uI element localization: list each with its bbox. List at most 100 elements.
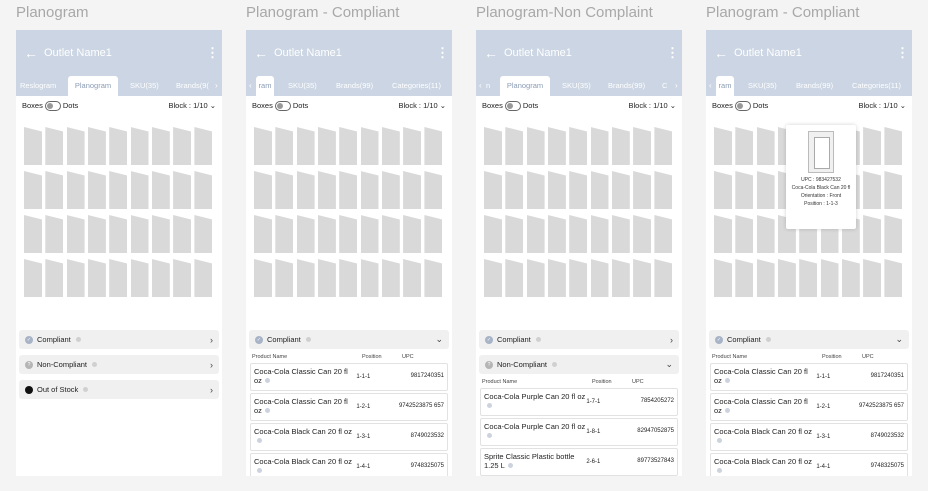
shelf-product-cell[interactable] <box>254 127 272 165</box>
shelf-product-cell[interactable] <box>403 215 422 253</box>
shelf-product-cell[interactable] <box>130 215 149 253</box>
table-row[interactable]: Coca-Cola Black Can 20 fl oz 1-3-1 8749023… <box>710 423 908 451</box>
shelf-product-cell[interactable] <box>799 259 818 297</box>
tab-item[interactable]: Brands(99) <box>336 76 386 96</box>
shelf-product-cell[interactable] <box>24 259 42 297</box>
shelf-product-cell[interactable] <box>403 127 422 165</box>
shelf-product-cell[interactable] <box>87 127 106 165</box>
shelf-product-cell[interactable] <box>735 171 754 209</box>
shelf-product-cell[interactable] <box>863 259 882 297</box>
shelf-product-cell[interactable] <box>735 259 754 297</box>
tab-item[interactable]: SKU(35) <box>748 76 784 96</box>
info-icon[interactable] <box>717 468 722 473</box>
shelf-product-cell[interactable] <box>505 259 524 297</box>
shelf-product-cell[interactable] <box>735 127 754 165</box>
shelf-product-cell[interactable] <box>611 171 630 209</box>
shelf-product-cell[interactable] <box>254 171 272 209</box>
boxes-dots-toggle[interactable] <box>274 100 291 111</box>
table-row[interactable]: Coca-Cola Black Can 20 fl oz 1-4-1 9748325… <box>250 453 448 476</box>
shelf-product-cell[interactable] <box>714 215 732 253</box>
block-selector[interactable]: Block : 1/10 <box>399 101 438 110</box>
shelf-product-cell[interactable] <box>424 127 443 165</box>
info-icon[interactable] <box>535 337 541 342</box>
shelf-product-cell[interactable] <box>654 127 673 165</box>
shelf-product-cell[interactable] <box>109 215 128 253</box>
shelf-product-cell[interactable] <box>841 259 860 297</box>
shelf-product-cell[interactable] <box>296 259 315 297</box>
kebab-menu-icon[interactable]: ⋮ <box>666 45 679 61</box>
info-icon[interactable] <box>264 408 270 413</box>
shelf-product-cell[interactable] <box>317 215 336 253</box>
shelf-product-cell[interactable] <box>173 127 192 165</box>
info-icon[interactable] <box>305 337 311 342</box>
info-icon[interactable] <box>552 362 558 367</box>
shelf-product-cell[interactable] <box>569 259 588 297</box>
shelf-product-cell[interactable] <box>590 171 609 209</box>
shelf-product-cell[interactable] <box>317 171 336 209</box>
chevron-icon[interactable]: ⌄ <box>665 359 673 370</box>
shelf-product-cell[interactable] <box>484 259 502 297</box>
shelf-product-cell[interactable] <box>45 259 64 297</box>
shelf-product-cell[interactable] <box>547 259 566 297</box>
tab-item[interactable]: Planogram <box>500 76 550 96</box>
shelf-product-cell[interactable] <box>526 171 545 209</box>
tab-item[interactable]: Brands(9( <box>176 76 212 96</box>
section-header[interactable]: Out of Stock › <box>19 380 219 399</box>
shelf-product-cell[interactable] <box>884 259 903 297</box>
chevron-right-icon[interactable]: › <box>675 76 678 96</box>
table-row[interactable]: Coca-Cola Classic Can 20 fl oz 1-1-1 98172… <box>710 363 908 391</box>
shelf-product-cell[interactable] <box>254 259 272 297</box>
shelf-product-cell[interactable] <box>173 215 192 253</box>
shelf-product-cell[interactable] <box>569 215 588 253</box>
chevron-icon[interactable]: › <box>670 335 673 345</box>
shelf-product-cell[interactable] <box>505 127 524 165</box>
shelf-product-cell[interactable] <box>381 259 400 297</box>
tab-item[interactable]: Reslogram <box>20 76 62 96</box>
tab-item[interactable]: SKU(35) <box>288 76 324 96</box>
tab-item[interactable]: Brands(99) <box>796 76 846 96</box>
info-icon[interactable] <box>724 408 730 413</box>
table-row[interactable]: Coca-Cola Black Can 20 fl oz 1-3-1 8749023… <box>250 423 448 451</box>
shelf-product-cell[interactable] <box>403 171 422 209</box>
section-header[interactable]: ✓ Compliant ⌄ <box>249 330 449 349</box>
boxes-dots-toggle[interactable] <box>734 100 751 111</box>
section-header[interactable]: ✓ Compliant ⌄ <box>709 330 909 349</box>
shelf-product-cell[interactable] <box>381 215 400 253</box>
section-header[interactable]: ? Non-Compliant ⌄ <box>479 355 679 374</box>
shelf-product-cell[interactable] <box>526 259 545 297</box>
chevron-icon[interactable]: › <box>210 335 213 345</box>
section-header[interactable]: ✓ Compliant › <box>19 330 219 349</box>
chevron-left-icon[interactable]: ‹ <box>709 76 712 96</box>
shelf-product-cell[interactable] <box>381 127 400 165</box>
tab-item[interactable]: Planogram <box>68 76 118 96</box>
shelf-product-cell[interactable] <box>296 127 315 165</box>
shelf-product-cell[interactable] <box>590 215 609 253</box>
shelf-product-cell[interactable] <box>526 127 545 165</box>
shelf-product-cell[interactable] <box>87 215 106 253</box>
shelf-product-cell[interactable] <box>484 127 502 165</box>
shelf-product-cell[interactable] <box>24 127 42 165</box>
kebab-menu-icon[interactable]: ⋮ <box>436 45 449 61</box>
shelf-product-cell[interactable] <box>424 259 443 297</box>
shelf-product-cell[interactable] <box>654 171 673 209</box>
table-row[interactable]: Coca-Cola Classic Can 20 fl oz 1-2-1 97425… <box>250 393 448 421</box>
shelf-product-cell[interactable] <box>424 215 443 253</box>
shelf-product-cell[interactable] <box>547 215 566 253</box>
table-row[interactable]: Coca-Cola Black Can 20 fl oz 1-4-1 9748325… <box>710 453 908 476</box>
shelf-product-cell[interactable] <box>151 259 170 297</box>
shelf-product-cell[interactable] <box>317 127 336 165</box>
kebab-menu-icon[interactable]: ⋮ <box>206 45 219 61</box>
shelf-product-cell[interactable] <box>275 259 294 297</box>
tab-item[interactable]: SKU(35) <box>130 76 164 96</box>
shelf-product-cell[interactable] <box>714 171 732 209</box>
shelf-product-cell[interactable] <box>254 215 272 253</box>
shelf-product-cell[interactable] <box>884 171 903 209</box>
shelf-product-cell[interactable] <box>654 215 673 253</box>
shelf-product-cell[interactable] <box>569 171 588 209</box>
shelf-product-cell[interactable] <box>24 215 42 253</box>
shelf-product-cell[interactable] <box>151 171 170 209</box>
shelf-product-cell[interactable] <box>194 215 213 253</box>
tab-item[interactable]: Categories(11) <box>852 76 910 96</box>
shelf-product-cell[interactable] <box>863 127 882 165</box>
shelf-product-cell[interactable] <box>526 215 545 253</box>
